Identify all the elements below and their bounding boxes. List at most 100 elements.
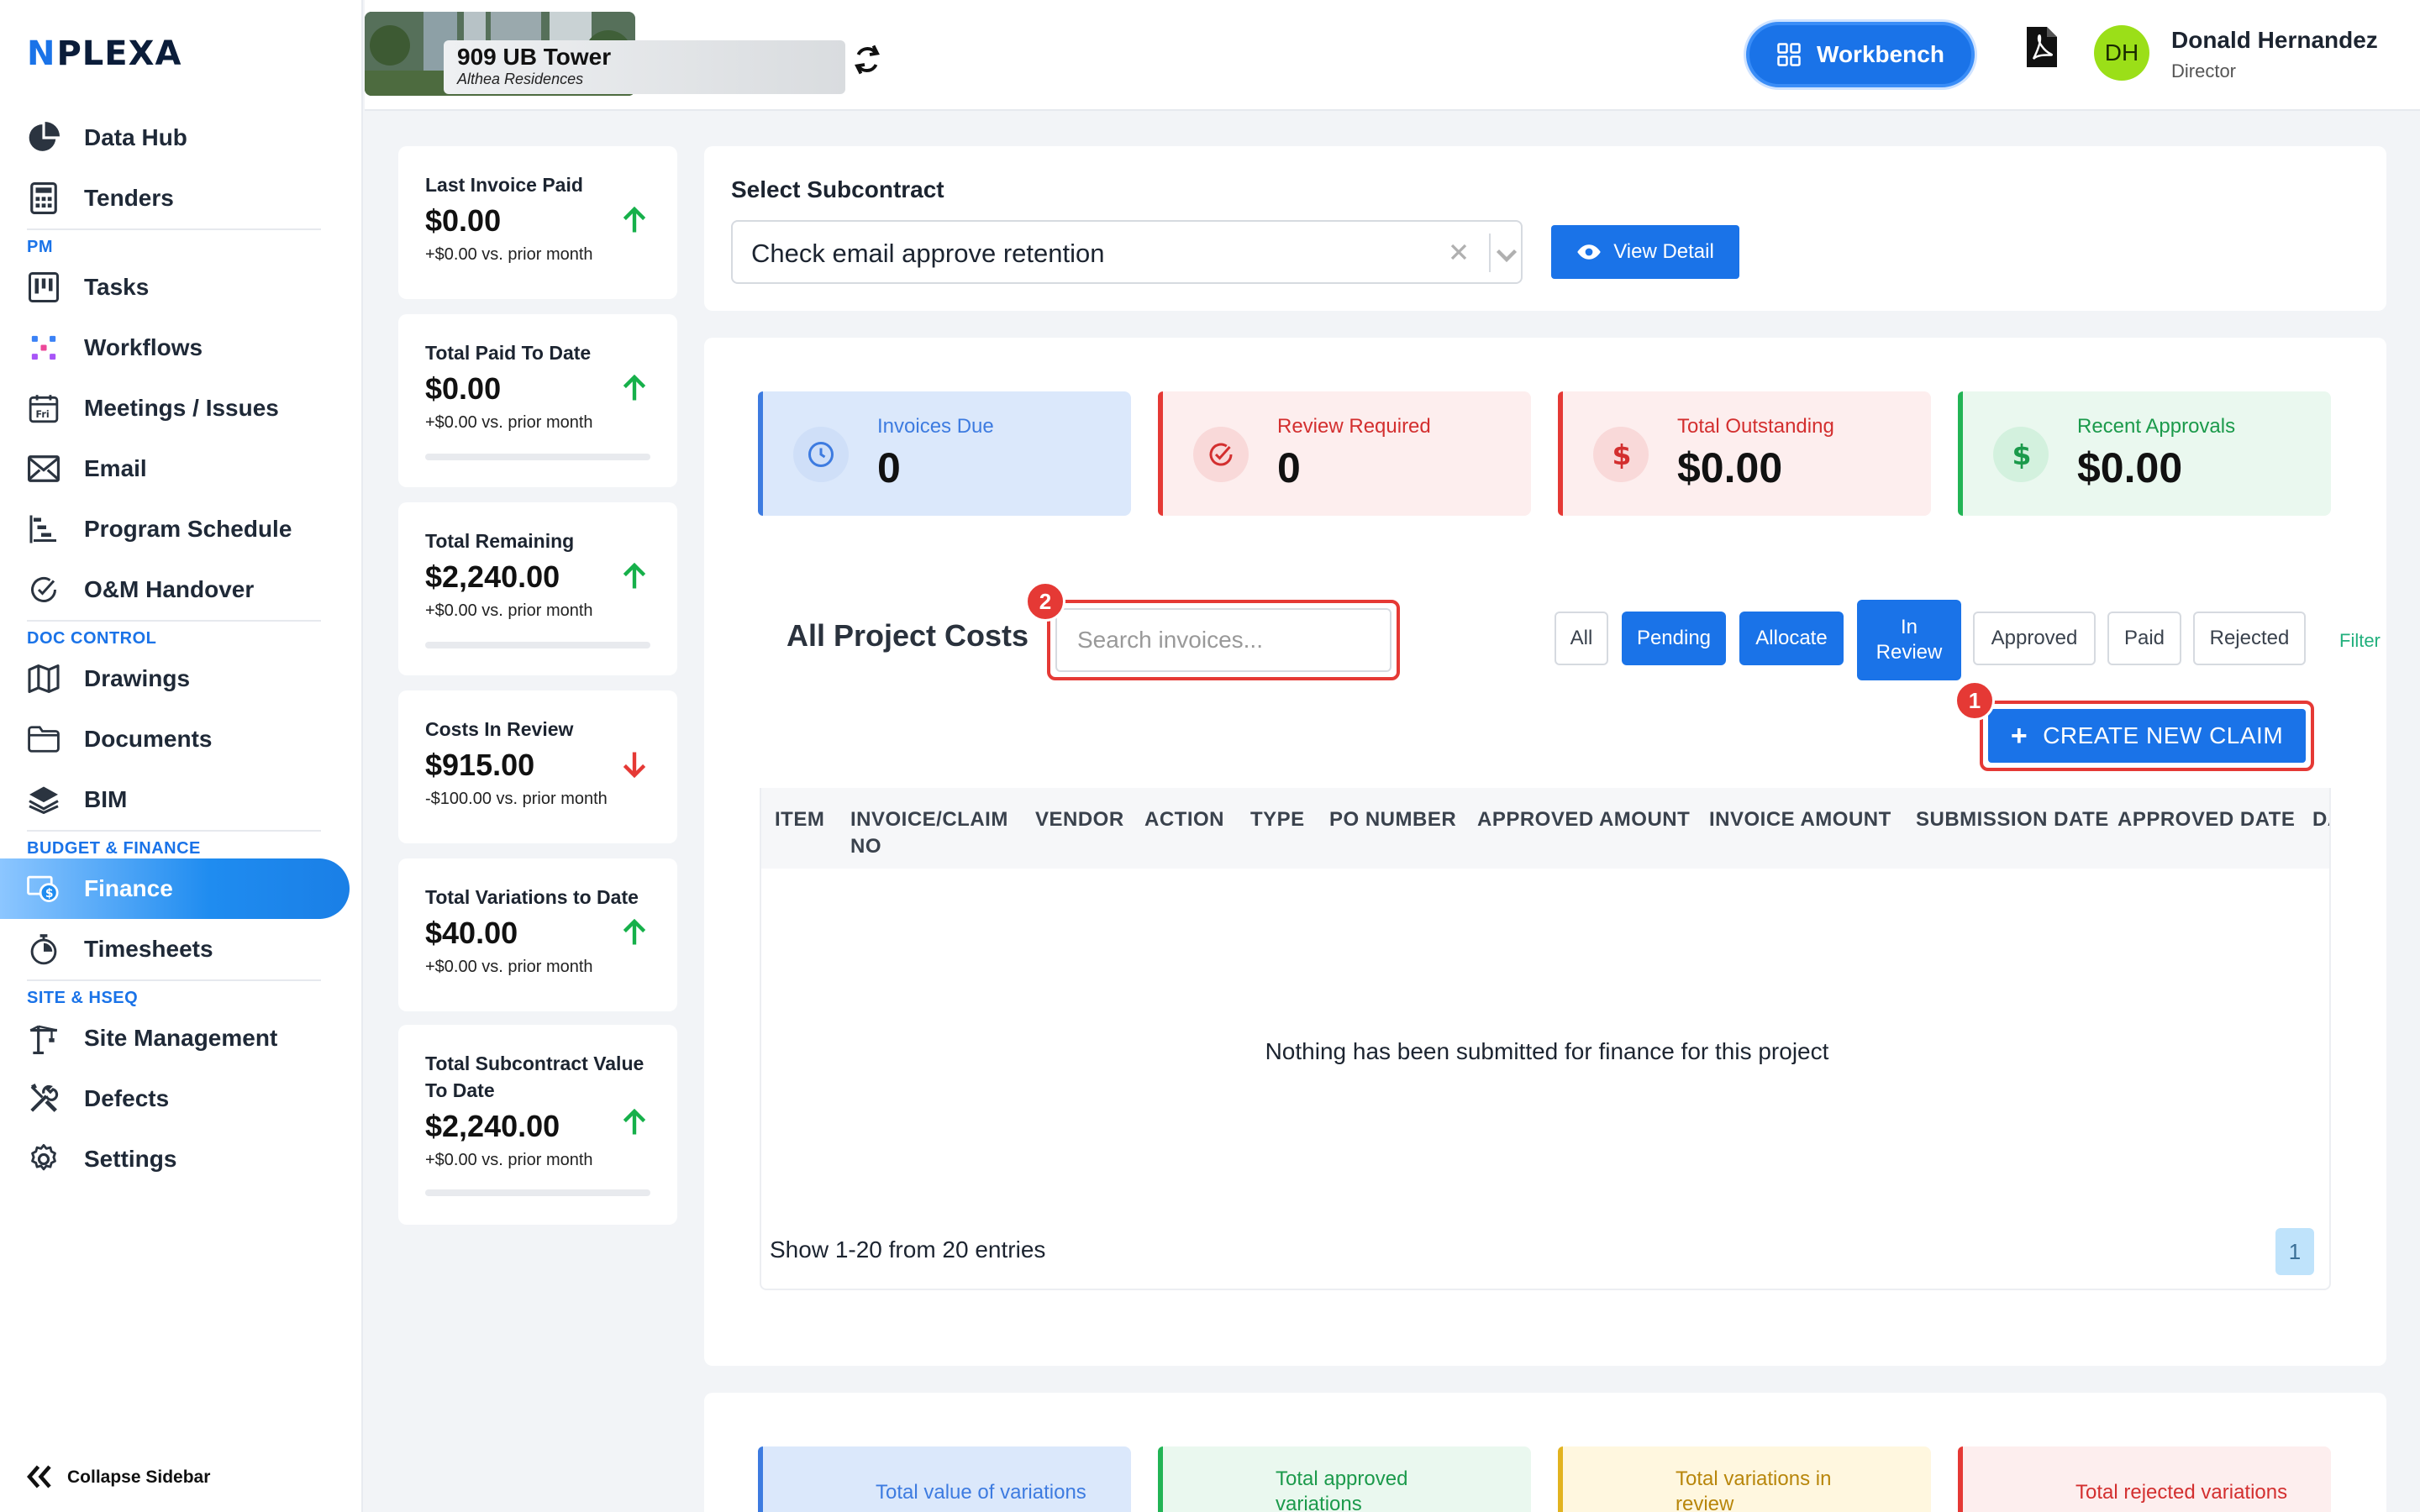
filter-rejected-button[interactable]: Rejected xyxy=(2193,612,2306,665)
kpi-label: Total rejected variations xyxy=(2075,1481,2288,1504)
plus-icon: + xyxy=(2010,719,2028,752)
filter-all-button[interactable]: All xyxy=(1555,612,1608,665)
sidebar-item-email[interactable]: Email xyxy=(0,438,363,499)
column-header[interactable]: ITEM xyxy=(775,806,824,833)
kanban-icon xyxy=(27,270,60,304)
stat-value: $40.00 xyxy=(425,916,518,950)
column-header[interactable]: VENDOR xyxy=(1035,806,1124,833)
kpi-accent-bar xyxy=(1958,391,1963,516)
sidebar-item-workflows[interactable]: Workflows xyxy=(0,318,363,378)
subcontract-title: Select Subcontract xyxy=(731,176,944,202)
sidebar-item-timesheets[interactable]: Timesheets xyxy=(0,919,363,979)
stat-card-total-variations: Total Variations to Date $40.00 +$0.00 v… xyxy=(398,858,677,1011)
sidebar-item-drawings[interactable]: Drawings xyxy=(0,648,363,709)
kpi-accent-bar xyxy=(1558,1446,1563,1512)
pagination-page[interactable]: 1 xyxy=(2275,1228,2314,1275)
column-header[interactable]: APPROVED AMOUNT xyxy=(1477,806,1690,833)
stat-card-total-remaining: Total Remaining $2,240.00 +$0.00 vs. pri… xyxy=(398,502,677,675)
grid-icon xyxy=(1776,42,1817,67)
layers-icon xyxy=(27,783,60,816)
stat-card-total-subcontract-value: Total Subcontract Value To Date $2,240.0… xyxy=(398,1025,677,1225)
project-selector[interactable]: 909 UB Tower Althea Residences xyxy=(444,40,845,94)
logo-text: PLEXA xyxy=(56,34,182,73)
app-logo[interactable]: N PLEXA xyxy=(27,34,182,73)
kpi-label: Total variations in review xyxy=(1676,1467,1832,1512)
filter-in-review-button[interactable]: In Review xyxy=(1857,600,1961,680)
column-header[interactable]: INVOICE/CLAIM NO xyxy=(850,806,1018,860)
subcontract-select[interactable]: Check email approve retention xyxy=(731,220,1523,284)
column-header[interactable]: PO NUMBER xyxy=(1329,806,1456,833)
dollar-icon: $ xyxy=(1593,427,1649,482)
stat-value: $2,240.00 xyxy=(425,1109,560,1143)
stat-value: $0.00 xyxy=(425,203,502,238)
section-title-budget-finance: BUDGET & FINANCE xyxy=(27,839,201,858)
sidebar-item-finance[interactable]: $ Finance xyxy=(0,858,350,919)
section-title: All Project Costs xyxy=(786,618,1029,653)
kpi-value: 0 xyxy=(1277,444,1301,491)
filter-approved-button[interactable]: Approved xyxy=(1973,612,2096,665)
kpi-label: Review Required xyxy=(1277,415,1431,438)
filter-pending-button[interactable]: Pending xyxy=(1622,612,1726,665)
dollar-icon: $ xyxy=(1993,427,2049,482)
avatar[interactable]: DH xyxy=(2094,25,2149,81)
kpi-invoices-due: Invoices Due 0 xyxy=(758,391,1131,516)
costs-table: ITEM INVOICE/CLAIM NO VENDOR ACTION TYPE… xyxy=(760,788,2331,1290)
workflow-icon xyxy=(27,331,60,365)
stat-card-last-invoice-paid: Last Invoice Paid $0.00 +$0.00 vs. prior… xyxy=(398,146,677,299)
kpi-label: Total Outstanding xyxy=(1677,415,1834,438)
clear-icon[interactable] xyxy=(1445,239,1476,269)
column-header[interactable]: INVOICE AMOUNT xyxy=(1709,806,1891,833)
view-detail-button[interactable]: View Detail xyxy=(1551,225,1739,279)
create-new-claim-button[interactable]: + CREATE NEW CLAIM xyxy=(1988,709,2306,763)
collapse-label: Collapse Sidebar xyxy=(67,1467,211,1487)
kpi-accent-bar xyxy=(1158,391,1163,516)
column-header[interactable]: DA xyxy=(2312,806,2329,833)
sidebar-item-label: Workflows xyxy=(84,334,203,360)
workbench-button[interactable]: Workbench xyxy=(1746,22,1975,87)
sidebar-item-om-handover[interactable]: O&M Handover xyxy=(0,559,363,620)
sidebar-item-meetings[interactable]: Fri Meetings / Issues xyxy=(0,378,363,438)
kpi-total-outstanding: $ Total Outstanding $0.00 xyxy=(1558,391,1931,516)
kpi-accent-bar xyxy=(758,391,763,516)
stat-compare: +$0.00 vs. prior month xyxy=(425,958,593,976)
filter-allocate-button[interactable]: Allocate xyxy=(1739,612,1844,665)
progress-track xyxy=(425,642,650,648)
check-badge-icon xyxy=(1193,427,1249,482)
sidebar-item-defects[interactable]: Defects xyxy=(0,1068,363,1129)
kpi-accent-bar xyxy=(758,1446,763,1512)
kpi-value: 0 xyxy=(877,444,901,491)
sidebar-item-site-management[interactable]: Site Management xyxy=(0,1008,363,1068)
column-header[interactable]: TYPE xyxy=(1250,806,1305,833)
sidebar-item-tasks[interactable]: Tasks xyxy=(0,257,363,318)
sidebar-item-label: Tenders xyxy=(84,185,174,211)
sidebar-item-documents[interactable]: Documents xyxy=(0,709,363,769)
sidebar-item-bim[interactable]: BIM xyxy=(0,769,363,830)
sidebar-item-data-hub[interactable]: Data Hub xyxy=(0,108,363,168)
filter-link[interactable]: Filter xyxy=(2339,630,2381,652)
top-bar: 909 UB Tower Althea Residences Workbench… xyxy=(365,0,2420,111)
column-header[interactable]: APPROVED DATE xyxy=(2118,806,2295,833)
table-header: ITEM INVOICE/CLAIM NO VENDOR ACTION TYPE… xyxy=(761,788,2329,869)
stat-compare: +$0.00 vs. prior month xyxy=(425,601,593,620)
chevron-down-icon[interactable] xyxy=(1489,239,1524,269)
sidebar-item-tenders[interactable]: Tenders xyxy=(0,168,363,228)
calculator-icon xyxy=(27,181,60,215)
refresh-icon[interactable] xyxy=(852,42,884,79)
column-header[interactable]: ACTION xyxy=(1144,806,1224,833)
logo-mark: N xyxy=(27,34,55,73)
stat-label: Total Remaining xyxy=(425,530,575,552)
create-new-claim-label: CREATE NEW CLAIM xyxy=(2043,722,2284,748)
sidebar-item-program-schedule[interactable]: Program Schedule xyxy=(0,499,363,559)
gear-icon xyxy=(27,1142,60,1176)
pdf-icon[interactable] xyxy=(2025,25,2059,69)
user-name[interactable]: Donald Hernandez xyxy=(2171,27,2378,54)
filter-paid-button[interactable]: Paid xyxy=(2107,612,2181,665)
collapse-sidebar-button[interactable]: Collapse Sidebar xyxy=(27,1465,210,1490)
search-input[interactable]: Search invoices... xyxy=(1055,608,1392,672)
stat-label: Total Subcontract Value To Date xyxy=(425,1053,644,1101)
sidebar-item-settings[interactable]: Settings xyxy=(0,1129,363,1189)
column-header[interactable]: SUBMISSION DATE xyxy=(1916,806,2109,833)
variation-kpi-in-review: Total variations in review xyxy=(1558,1446,1931,1512)
kpi-label: Total approved variations xyxy=(1276,1467,1408,1512)
section-title-doc-control: DOC CONTROL xyxy=(27,629,157,648)
